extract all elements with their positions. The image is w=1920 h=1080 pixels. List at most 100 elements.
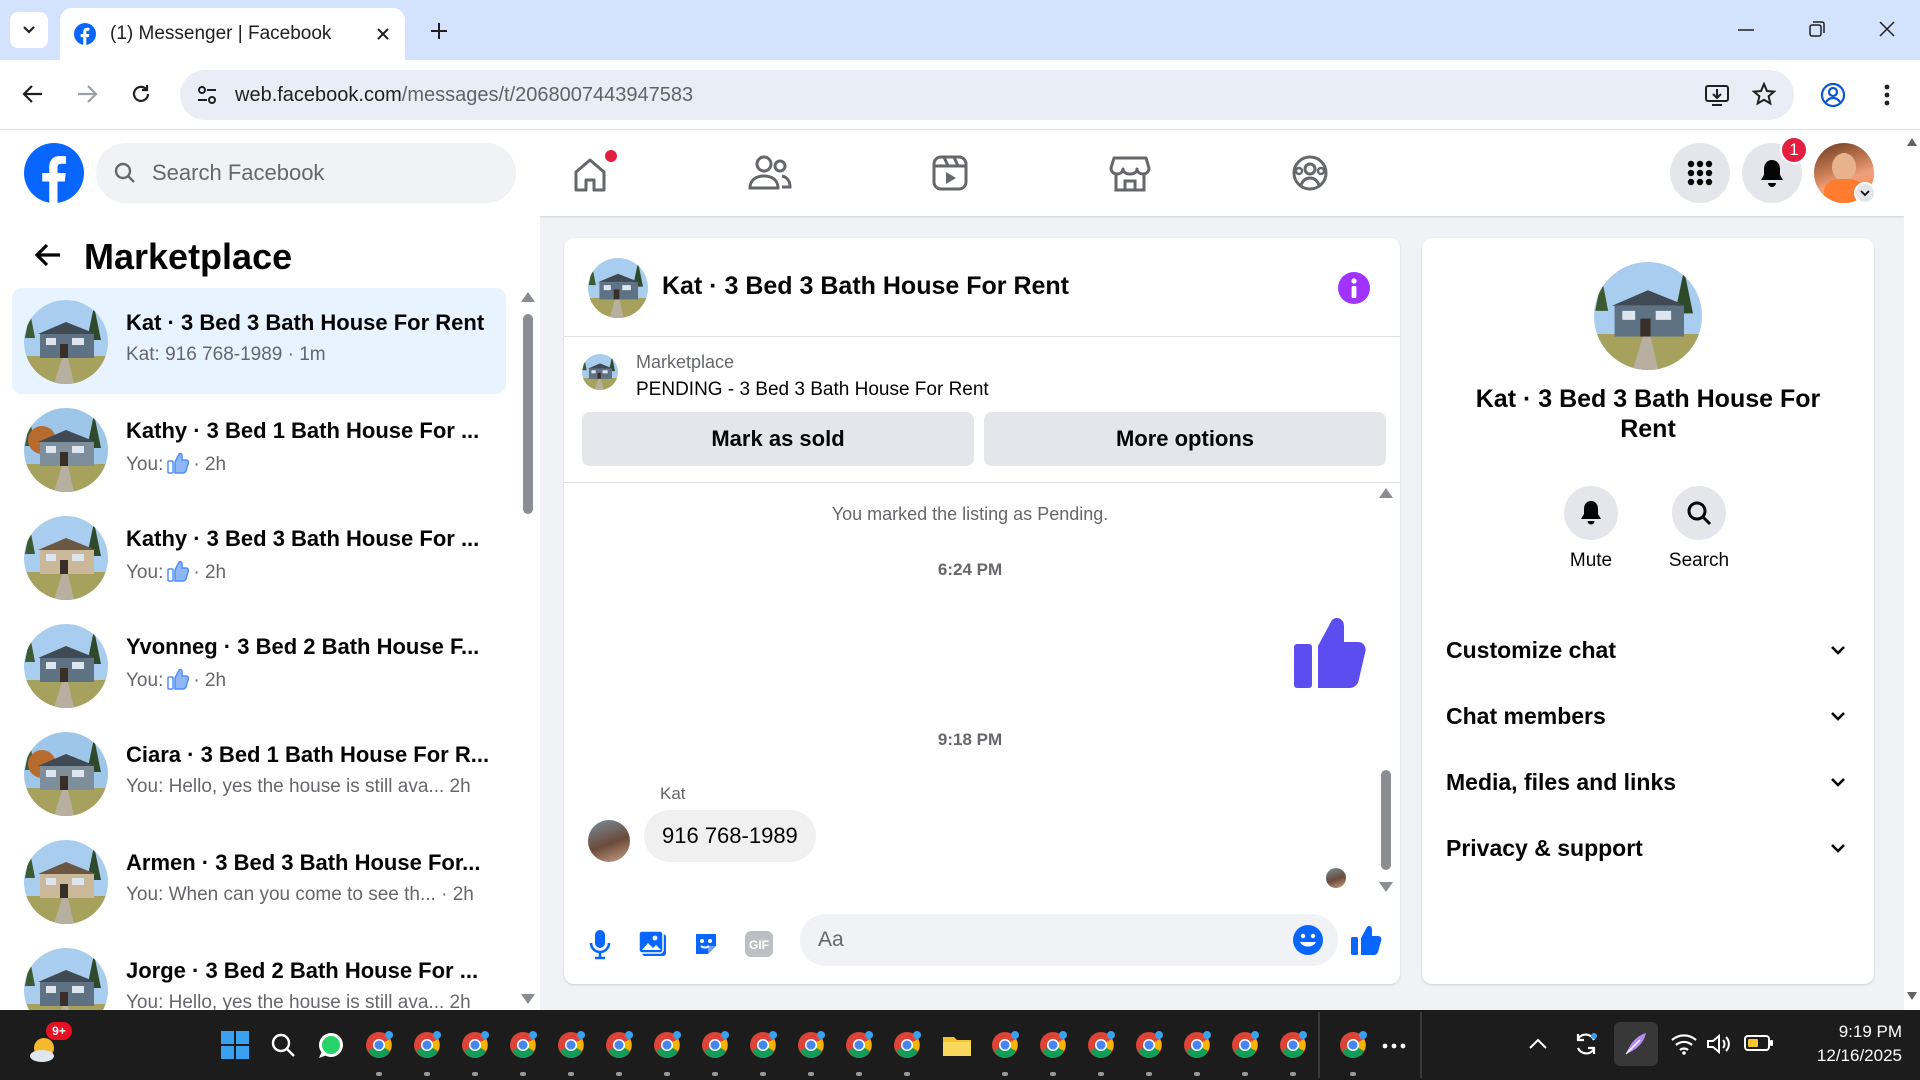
chrome-window-icon[interactable] bbox=[746, 1028, 780, 1062]
list-scrollbar-thumb[interactable] bbox=[523, 314, 533, 514]
chat-scrollbar[interactable] bbox=[1378, 488, 1394, 898]
scroll-down-arrow-icon[interactable] bbox=[1379, 882, 1393, 892]
details-avatar[interactable] bbox=[1594, 262, 1702, 370]
page-scrollbar[interactable] bbox=[1904, 130, 1920, 1010]
conversation-item[interactable]: Kathy · 3 Bed 1 Bath House For ... You: · … bbox=[12, 396, 506, 502]
new-tab-icon[interactable] bbox=[428, 20, 450, 42]
info-button[interactable] bbox=[1338, 272, 1370, 304]
send-like-icon[interactable] bbox=[1350, 924, 1382, 956]
chrome-window-icon[interactable] bbox=[1336, 1028, 1370, 1062]
sticker-icon[interactable] bbox=[692, 930, 720, 958]
facebook-logo-icon[interactable] bbox=[24, 143, 84, 203]
scroll-up-arrow-icon[interactable] bbox=[1379, 488, 1393, 498]
back-arrow-icon[interactable] bbox=[34, 243, 62, 267]
chrome-window-icon[interactable] bbox=[1276, 1028, 1310, 1062]
facebook-search-input[interactable]: Search Facebook bbox=[96, 143, 516, 203]
file-explorer-icon[interactable] bbox=[940, 1028, 974, 1062]
scroll-down-arrow-icon[interactable] bbox=[1907, 992, 1917, 1000]
message-input[interactable]: Aa bbox=[800, 914, 1338, 966]
volume-icon[interactable] bbox=[1706, 1032, 1734, 1056]
bookmark-star-icon[interactable] bbox=[1752, 82, 1776, 106]
conversation-item[interactable]: Kathy · 3 Bed 3 Bath House For ... You: · … bbox=[12, 504, 506, 610]
chat-title[interactable]: Kat · 3 Bed 3 Bath House For Rent bbox=[662, 272, 1069, 301]
chrome-window-icon[interactable] bbox=[794, 1028, 828, 1062]
conversation-item[interactable]: Yvonneg · 3 Bed 2 Bath House F... You: · 2… bbox=[12, 612, 506, 718]
chrome-window-icon[interactable] bbox=[458, 1028, 492, 1062]
list-scrollbar[interactable] bbox=[520, 292, 536, 1010]
site-settings-icon[interactable] bbox=[196, 84, 218, 106]
details-section[interactable]: Chat members bbox=[1446, 696, 1846, 736]
chrome-window-icon[interactable] bbox=[650, 1028, 684, 1062]
chrome-window-icon[interactable] bbox=[1084, 1028, 1118, 1062]
mute-button[interactable] bbox=[1564, 486, 1618, 540]
close-window-icon[interactable] bbox=[1878, 20, 1896, 38]
wifi-icon[interactable] bbox=[1670, 1032, 1698, 1056]
scroll-down-arrow-icon[interactable] bbox=[521, 994, 535, 1004]
conversation-item[interactable]: Kat · 3 Bed 3 Bath House For Rent Kat: 91… bbox=[12, 288, 506, 394]
browser-menu-icon[interactable] bbox=[1884, 84, 1890, 106]
video-nav-icon[interactable] bbox=[920, 150, 980, 196]
scroll-up-arrow-icon[interactable] bbox=[1907, 138, 1917, 146]
chrome-window-icon[interactable] bbox=[698, 1028, 732, 1062]
chrome-window-icon[interactable] bbox=[842, 1028, 876, 1062]
emoji-icon[interactable] bbox=[1292, 924, 1324, 956]
browser-tab-active[interactable]: (1) Messenger | Facebook bbox=[60, 8, 405, 60]
chrome-window-icon[interactable] bbox=[1180, 1028, 1214, 1062]
conversation-item[interactable]: Ciara · 3 Bed 1 Bath House For R... You: … bbox=[12, 720, 506, 826]
install-app-icon[interactable] bbox=[1704, 83, 1730, 107]
chrome-window-icon[interactable] bbox=[890, 1028, 924, 1062]
details-section[interactable]: Privacy & support bbox=[1446, 828, 1846, 868]
tab-search-button[interactable] bbox=[10, 12, 48, 48]
chrome-window-icon[interactable] bbox=[988, 1028, 1022, 1062]
chrome-window-icon[interactable] bbox=[1228, 1028, 1262, 1062]
pen-app-button[interactable] bbox=[1614, 1022, 1658, 1066]
address-bar[interactable]: web.facebook.com/messages/t/206800744394… bbox=[180, 70, 1794, 120]
details-section[interactable]: Media, files and links bbox=[1446, 762, 1846, 802]
tray-chevron-up-icon[interactable] bbox=[1528, 1036, 1548, 1050]
chrome-window-icon[interactable] bbox=[554, 1028, 588, 1062]
chrome-window-icon[interactable] bbox=[362, 1028, 396, 1062]
mark-as-sold-button[interactable]: Mark as sold bbox=[582, 412, 974, 466]
account-chevron[interactable] bbox=[1854, 182, 1876, 204]
chrome-window-icon[interactable] bbox=[602, 1028, 636, 1062]
battery-icon[interactable] bbox=[1744, 1034, 1774, 1052]
home-nav-icon[interactable] bbox=[560, 150, 620, 196]
chrome-window-icon[interactable] bbox=[1132, 1028, 1166, 1062]
minimize-icon[interactable] bbox=[1738, 28, 1756, 32]
chrome-window-icon[interactable] bbox=[1036, 1028, 1070, 1062]
gif-icon[interactable]: GIF bbox=[744, 930, 774, 958]
taskbar-search-icon[interactable] bbox=[266, 1028, 300, 1062]
scroll-up-arrow-icon[interactable] bbox=[521, 292, 535, 302]
details-section[interactable]: Customize chat bbox=[1446, 630, 1846, 670]
like-thumb-icon bbox=[167, 452, 190, 474]
menu-button[interactable] bbox=[1670, 143, 1730, 203]
attach-image-icon[interactable] bbox=[638, 930, 668, 958]
marketplace-nav-icon[interactable] bbox=[1100, 150, 1160, 196]
forward-icon[interactable] bbox=[76, 84, 98, 104]
chrome-window-icon[interactable] bbox=[506, 1028, 540, 1062]
friends-nav-icon[interactable] bbox=[740, 150, 800, 196]
chat-scrollbar-thumb[interactable] bbox=[1381, 770, 1391, 870]
more-options-button[interactable]: More options bbox=[984, 412, 1386, 466]
groups-nav-icon[interactable] bbox=[1280, 150, 1340, 196]
whatsapp-icon[interactable] bbox=[314, 1028, 348, 1062]
chrome-window-icon[interactable] bbox=[410, 1028, 444, 1062]
profile-icon[interactable] bbox=[1820, 82, 1846, 108]
close-tab-icon[interactable] bbox=[375, 26, 391, 42]
system-clock[interactable]: 9:19 PM 12/16/2025 bbox=[1790, 1020, 1902, 1068]
restore-icon[interactable] bbox=[1808, 20, 1826, 38]
sync-icon[interactable] bbox=[1572, 1030, 1600, 1058]
conversation-item[interactable]: Armen · 3 Bed 3 Bath House For... You: Wh… bbox=[12, 828, 506, 934]
more-apps-icon[interactable] bbox=[1382, 1042, 1406, 1050]
microphone-icon[interactable] bbox=[588, 928, 612, 960]
listing-thumbnail[interactable] bbox=[582, 354, 618, 390]
back-icon[interactable] bbox=[22, 84, 44, 104]
incoming-message-bubble[interactable]: 916 768-1989 bbox=[644, 810, 816, 862]
chat-avatar[interactable] bbox=[588, 258, 648, 318]
running-indicator bbox=[712, 1072, 718, 1076]
reload-icon[interactable] bbox=[130, 83, 152, 105]
search-in-chat-button[interactable] bbox=[1672, 486, 1726, 540]
sender-avatar[interactable] bbox=[588, 820, 630, 862]
conversation-item[interactable]: Jorge · 3 Bed 2 Bath House For ... You: H… bbox=[12, 936, 506, 1010]
windows-start-icon[interactable] bbox=[218, 1028, 252, 1062]
